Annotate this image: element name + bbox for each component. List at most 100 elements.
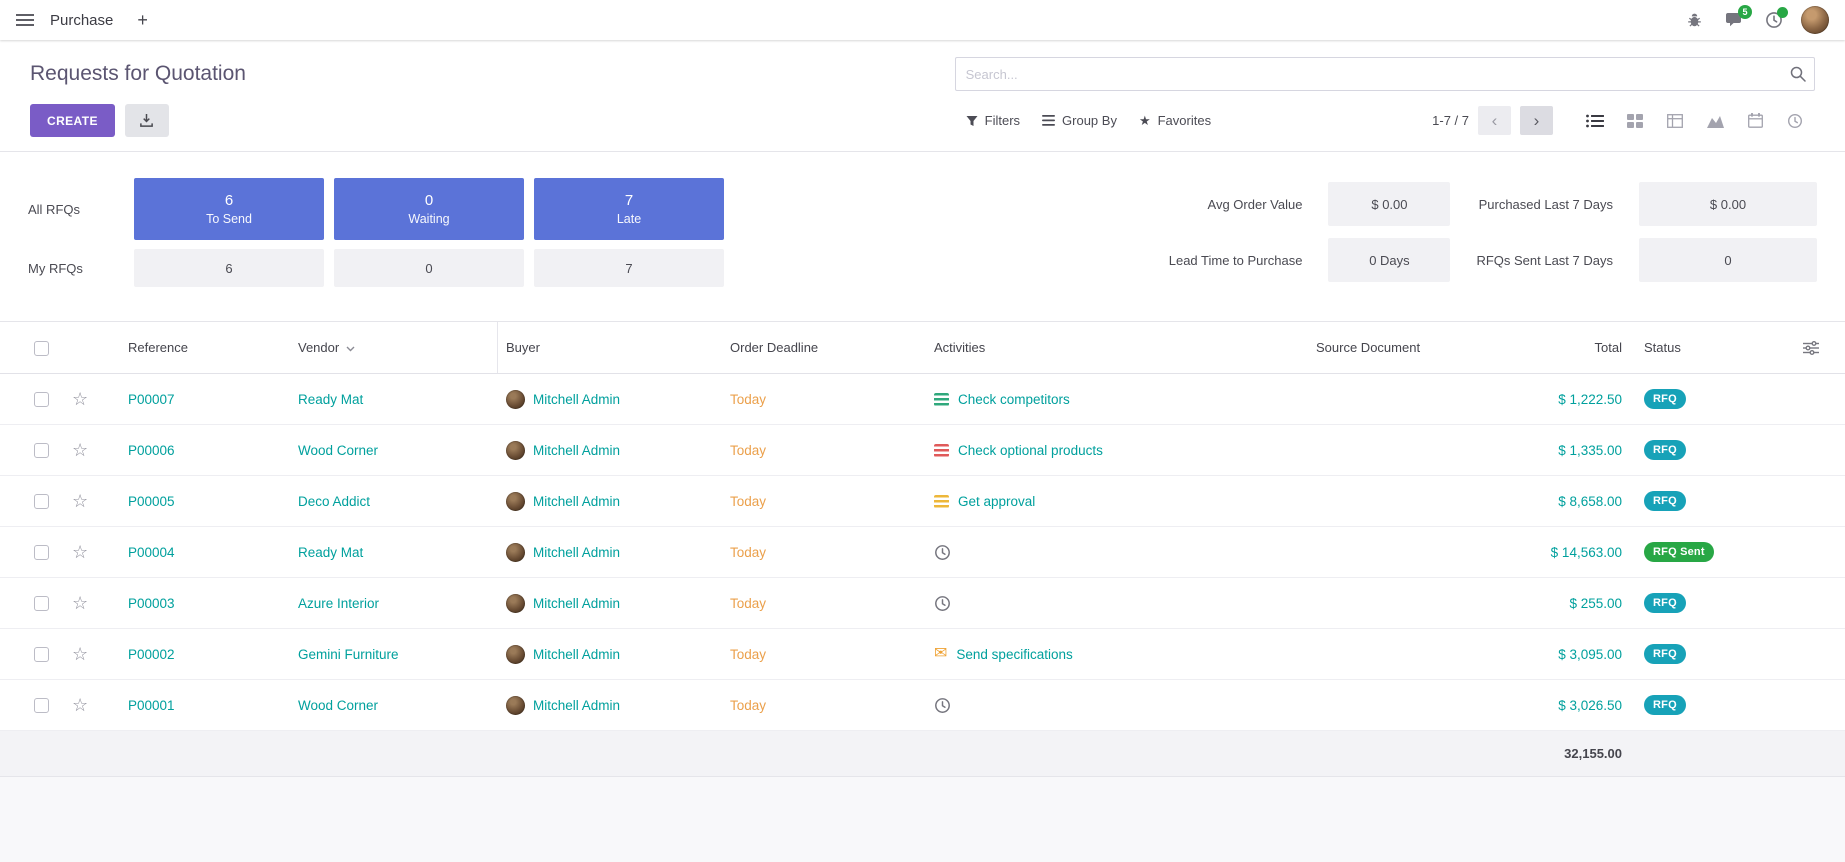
reference-link[interactable]: P00004 xyxy=(128,545,175,560)
vendor-link[interactable]: Deco Addict xyxy=(298,494,370,509)
buyer-link[interactable]: Mitchell Admin xyxy=(533,392,620,407)
row-checkbox[interactable] xyxy=(34,494,49,509)
table-row[interactable]: ☆ P00003 Azure Interior Mitchell Admin T… xyxy=(0,578,1845,629)
activity-label[interactable]: Check optional products xyxy=(958,443,1103,458)
table-row[interactable]: ☆ P00002 Gemini Furniture Mitchell Admin… xyxy=(0,629,1845,680)
reference-link[interactable]: P00002 xyxy=(128,647,175,662)
app-name[interactable]: Purchase xyxy=(50,12,113,29)
list-view-icon xyxy=(1586,114,1604,128)
my-tile-late[interactable]: 7 xyxy=(534,249,724,287)
favorite-star-icon[interactable]: ☆ xyxy=(72,593,88,613)
buyer-link[interactable]: Mitchell Admin xyxy=(533,545,620,560)
favorite-star-icon[interactable]: ☆ xyxy=(72,695,88,715)
row-checkbox[interactable] xyxy=(34,392,49,407)
favorite-star-icon[interactable]: ☆ xyxy=(72,644,88,664)
table-row[interactable]: ☆ P00005 Deco Addict Mitchell Admin Toda… xyxy=(0,476,1845,527)
column-header-buyer[interactable]: Buyer xyxy=(498,322,722,373)
buyer-avatar xyxy=(506,441,525,460)
row-checkbox[interactable] xyxy=(34,698,49,713)
activity-cell[interactable] xyxy=(926,544,1260,561)
buyer-link[interactable]: Mitchell Admin xyxy=(533,494,620,509)
reference-link[interactable]: P00001 xyxy=(128,698,175,713)
list-view-button[interactable] xyxy=(1575,106,1615,136)
filters-button[interactable]: Filters xyxy=(955,107,1031,134)
activity-label[interactable]: Check competitors xyxy=(958,392,1070,407)
debug-bug-icon[interactable] xyxy=(1686,12,1703,28)
buyer-link[interactable]: Mitchell Admin xyxy=(533,443,620,458)
column-header-reference[interactable]: Reference xyxy=(120,322,290,373)
vendor-link[interactable]: Azure Interior xyxy=(298,596,379,611)
favorite-star-icon[interactable]: ☆ xyxy=(72,440,88,460)
select-all-checkbox[interactable] xyxy=(34,341,49,356)
apps-menu-icon[interactable] xyxy=(16,14,34,27)
vendor-link[interactable]: Ready Mat xyxy=(298,392,363,407)
my-tile-waiting[interactable]: 0 xyxy=(334,249,524,287)
table-row[interactable]: ☆ P00006 Wood Corner Mitchell Admin Toda… xyxy=(0,425,1845,476)
column-header-order-deadline[interactable]: Order Deadline xyxy=(722,322,926,373)
activities-clock-icon[interactable] xyxy=(1765,11,1783,29)
create-button[interactable]: CREATE xyxy=(30,104,115,137)
search-icon[interactable] xyxy=(1790,66,1806,82)
export-button[interactable] xyxy=(125,104,169,137)
graph-view-button[interactable] xyxy=(1695,106,1735,136)
favorite-star-icon[interactable]: ☆ xyxy=(72,491,88,511)
order-deadline-text: Today xyxy=(730,698,766,713)
tile-late[interactable]: 7 Late xyxy=(534,178,724,240)
activity-view-button[interactable] xyxy=(1775,106,1815,136)
row-checkbox[interactable] xyxy=(34,596,49,611)
pager-next-button[interactable]: › xyxy=(1520,106,1553,135)
messages-icon[interactable]: 5 xyxy=(1725,12,1743,28)
favorite-star-icon[interactable]: ☆ xyxy=(72,389,88,409)
activity-cell[interactable] xyxy=(926,595,1260,612)
search-input[interactable] xyxy=(955,57,1815,91)
reference-link[interactable]: P00006 xyxy=(128,443,175,458)
row-checkbox[interactable] xyxy=(34,545,49,560)
group-by-button[interactable]: Group By xyxy=(1031,107,1128,134)
all-rfqs-label: All RFQs xyxy=(28,202,124,217)
tile-to-send[interactable]: 6 To Send xyxy=(134,178,324,240)
activity-icon xyxy=(934,495,949,508)
activity-cell[interactable]: Check competitors xyxy=(926,392,1260,407)
reference-link[interactable]: P00003 xyxy=(128,596,175,611)
column-header-activities[interactable]: Activities xyxy=(926,322,1260,373)
buyer-link[interactable]: Mitchell Admin xyxy=(533,647,620,662)
optional-columns-icon[interactable] xyxy=(1803,341,1819,355)
activity-cell[interactable] xyxy=(926,697,1260,714)
table-row[interactable]: ☆ P00007 Ready Mat Mitchell Admin Today … xyxy=(0,374,1845,425)
status-badge: RFQ xyxy=(1644,440,1686,460)
buyer-link[interactable]: Mitchell Admin xyxy=(533,698,620,713)
activity-label[interactable]: Send specifications xyxy=(956,647,1072,662)
table-row[interactable]: ☆ P00001 Wood Corner Mitchell Admin Toda… xyxy=(0,680,1845,731)
column-header-total[interactable]: Total xyxy=(1470,322,1636,373)
row-checkbox[interactable] xyxy=(34,443,49,458)
pager-previous-button[interactable]: ‹ xyxy=(1478,106,1511,135)
column-header-source-document[interactable]: Source Document xyxy=(1260,322,1470,373)
search-controls: Filters Group By ★ Favorites 1-7 / 7 ‹ › xyxy=(955,106,1815,136)
pivot-view-button[interactable] xyxy=(1655,106,1695,136)
row-checkbox[interactable] xyxy=(34,647,49,662)
tile-waiting[interactable]: 0 Waiting xyxy=(334,178,524,240)
table-row[interactable]: ☆ P00004 Ready Mat Mitchell Admin Today … xyxy=(0,527,1845,578)
activity-cell[interactable]: ✉ Send specifications xyxy=(926,646,1260,662)
activity-cell[interactable]: Check optional products xyxy=(926,443,1260,458)
reference-link[interactable]: P00007 xyxy=(128,392,175,407)
kanban-view-button[interactable] xyxy=(1615,106,1655,136)
status-badge: RFQ Sent xyxy=(1644,542,1714,562)
my-tile-to-send[interactable]: 6 xyxy=(134,249,324,287)
vendor-link[interactable]: Wood Corner xyxy=(298,443,378,458)
activity-label[interactable]: Get approval xyxy=(958,494,1035,509)
buyer-link[interactable]: Mitchell Admin xyxy=(533,596,620,611)
total-amount: $ 3,026.50 xyxy=(1558,698,1622,713)
column-header-status[interactable]: Status xyxy=(1636,322,1776,373)
vendor-link[interactable]: Wood Corner xyxy=(298,698,378,713)
vendor-link[interactable]: Gemini Furniture xyxy=(298,647,399,662)
vendor-link[interactable]: Ready Mat xyxy=(298,545,363,560)
favorites-button[interactable]: ★ Favorites xyxy=(1128,107,1222,134)
reference-link[interactable]: P00005 xyxy=(128,494,175,509)
favorite-star-icon[interactable]: ☆ xyxy=(72,542,88,562)
user-avatar[interactable] xyxy=(1801,6,1829,34)
activity-cell[interactable]: Get approval xyxy=(926,494,1260,509)
plus-icon[interactable]: + xyxy=(137,11,148,29)
calendar-view-button[interactable] xyxy=(1735,106,1775,136)
column-header-vendor[interactable]: Vendor xyxy=(290,322,498,373)
